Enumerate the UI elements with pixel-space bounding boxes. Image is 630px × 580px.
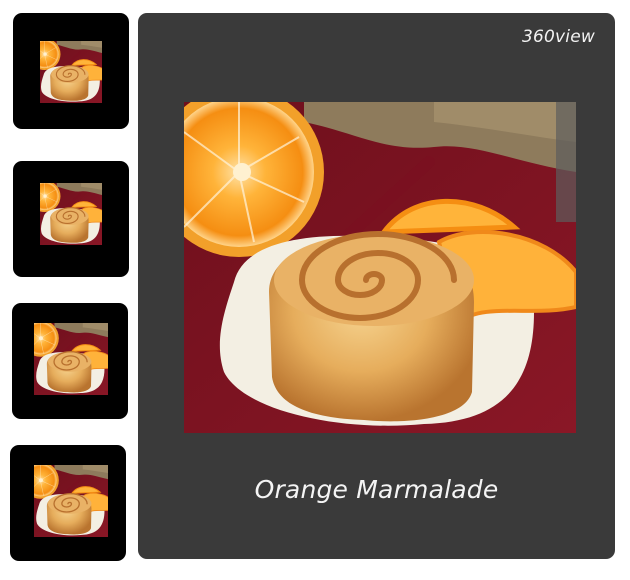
thumbnail-2[interactable] [13,161,129,277]
brand-label: 360view [522,27,595,47]
thumbnail-image [34,465,108,537]
product-caption: Orange Marmalade [254,475,499,504]
thumbnail-3[interactable] [12,303,128,419]
product-viewer-page: 360view Orange Marmalade [0,0,630,580]
thumbnail-4[interactable] [10,445,126,561]
thumbnail-image [34,323,108,395]
thumbnail-image [40,41,102,103]
thumbnail-image [40,183,102,245]
thumbnail-1[interactable] [13,13,129,129]
main-product-image[interactable] [184,102,576,433]
main-viewer-panel: 360view Orange Marmalade [138,13,615,559]
